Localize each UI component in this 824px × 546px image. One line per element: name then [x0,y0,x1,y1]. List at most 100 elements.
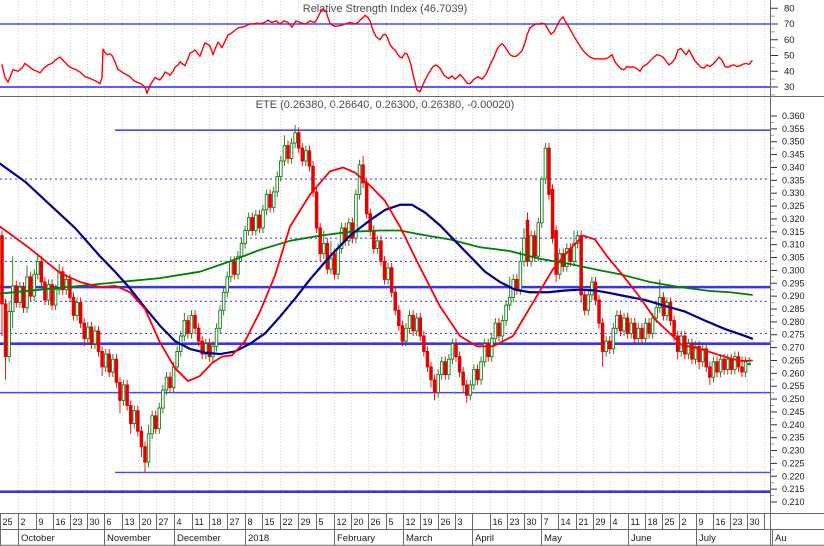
svg-text:0.220: 0.220 [782,471,805,481]
svg-text:27: 27 [159,517,169,527]
svg-text:25: 25 [3,517,13,527]
svg-text:27: 27 [230,517,240,527]
month-label-row: October November December 2018 February March… [18,529,787,545]
svg-text:11: 11 [631,517,640,527]
svg-text:29: 29 [301,517,311,527]
svg-text:0.215: 0.215 [782,484,805,494]
svg-text:18: 18 [648,517,658,527]
svg-text:9: 9 [699,517,704,527]
svg-text:21: 21 [579,517,589,527]
svg-text:0.350: 0.350 [782,137,805,147]
svg-text:8: 8 [248,517,253,527]
svg-text:July: July [699,533,716,544]
svg-text:0.305: 0.305 [782,253,805,263]
svg-text:9: 9 [39,517,44,527]
svg-text:0.335: 0.335 [782,175,805,185]
svg-text:February: February [337,533,375,544]
svg-text:23: 23 [510,517,520,527]
svg-text:4: 4 [613,517,618,527]
svg-text:16: 16 [716,517,726,527]
svg-text:October: October [21,533,55,544]
svg-text:6: 6 [107,517,112,527]
svg-text:23: 23 [733,517,743,527]
svg-text:0.290: 0.290 [782,291,805,301]
svg-text:April: April [475,533,494,544]
svg-text:May: May [544,533,562,544]
svg-text:2018: 2018 [248,533,269,544]
svg-text:0.280: 0.280 [782,317,805,327]
svg-text:30: 30 [527,517,537,527]
svg-text:15: 15 [265,517,275,527]
svg-text:0.320: 0.320 [782,214,805,224]
svg-text:26: 26 [441,517,451,527]
svg-text:7: 7 [544,517,549,527]
svg-text:26: 26 [371,517,381,527]
svg-text:14: 14 [561,517,571,527]
chart-canvas: 8070605040300.3600.3550.3500.3450.3400.3… [0,0,824,546]
svg-text:0.300: 0.300 [782,265,805,275]
svg-text:0.310: 0.310 [782,240,805,250]
svg-text:0.340: 0.340 [782,162,805,172]
svg-text:30: 30 [750,517,760,527]
svg-text:0.250: 0.250 [782,394,805,404]
svg-text:0.275: 0.275 [782,330,805,340]
svg-text:June: June [631,533,652,544]
svg-text:11: 11 [195,517,204,527]
svg-text:0.240: 0.240 [782,420,805,430]
svg-text:18: 18 [212,517,222,527]
svg-text:0.295: 0.295 [782,278,805,288]
svg-text:0.245: 0.245 [782,407,805,417]
rsi-series-line [1,9,753,95]
svg-text:Au: Au [775,533,787,544]
svg-text:March: March [406,533,432,544]
svg-text:25: 25 [665,517,675,527]
svg-text:2: 2 [21,517,26,527]
svg-text:50: 50 [784,51,795,62]
week-label-row: 25 2 9 16 23 30 6 13 20 27 4 11 18 27 8 15 22 29 5 12 20 26 5 1… [0,513,765,529]
svg-text:0.265: 0.265 [782,355,805,365]
rsi-threshold-lines [0,23,770,88]
svg-text:0.225: 0.225 [782,458,805,468]
svg-text:0.260: 0.260 [782,368,805,378]
svg-text:70: 70 [784,19,795,30]
svg-text:40: 40 [784,66,795,77]
svg-text:16: 16 [493,517,503,527]
svg-text:30: 30 [90,517,100,527]
svg-text:12: 12 [406,517,416,527]
svg-text:0.255: 0.255 [782,381,805,391]
svg-text:16: 16 [56,517,66,527]
svg-text:12: 12 [337,517,347,527]
svg-text:20: 20 [142,517,152,527]
svg-text:0.330: 0.330 [782,188,805,198]
svg-text:0.315: 0.315 [782,227,805,237]
rsi-axis: 80 70 60 50 40 30 [771,3,795,96]
svg-text:0.210: 0.210 [782,497,805,507]
svg-text:19: 19 [423,517,433,527]
svg-text:5: 5 [389,517,394,527]
svg-text:30: 30 [784,82,795,93]
price-axis: 0.360 0.355 0.350 0.345 0.340 0.335 0.330 0.325… [771,111,805,507]
frame-lines [0,0,824,546]
svg-text:2: 2 [682,517,687,527]
svg-text:80: 80 [784,3,795,14]
svg-text:0.355: 0.355 [782,124,805,134]
svg-text:5: 5 [319,517,324,527]
svg-text:23: 23 [73,517,83,527]
svg-text:0.235: 0.235 [782,433,805,443]
svg-text:20: 20 [354,517,364,527]
stock-chart-window: Relative Strength Index (46.7039) ETE (0… [0,0,824,546]
svg-text:29: 29 [596,517,606,527]
svg-text:0.360: 0.360 [782,111,805,121]
svg-text:0.345: 0.345 [782,150,805,160]
svg-text:0.270: 0.270 [782,343,805,353]
svg-text:0.230: 0.230 [782,446,805,456]
svg-text:4: 4 [177,517,182,527]
ma-fast-red-line [0,166,753,382]
svg-text:22: 22 [283,517,293,527]
svg-text:13: 13 [125,517,135,527]
svg-text:60: 60 [784,35,795,46]
svg-text:3: 3 [458,517,463,527]
svg-text:December: December [177,533,221,544]
svg-text:November: November [107,533,151,544]
svg-text:0.325: 0.325 [782,201,805,211]
